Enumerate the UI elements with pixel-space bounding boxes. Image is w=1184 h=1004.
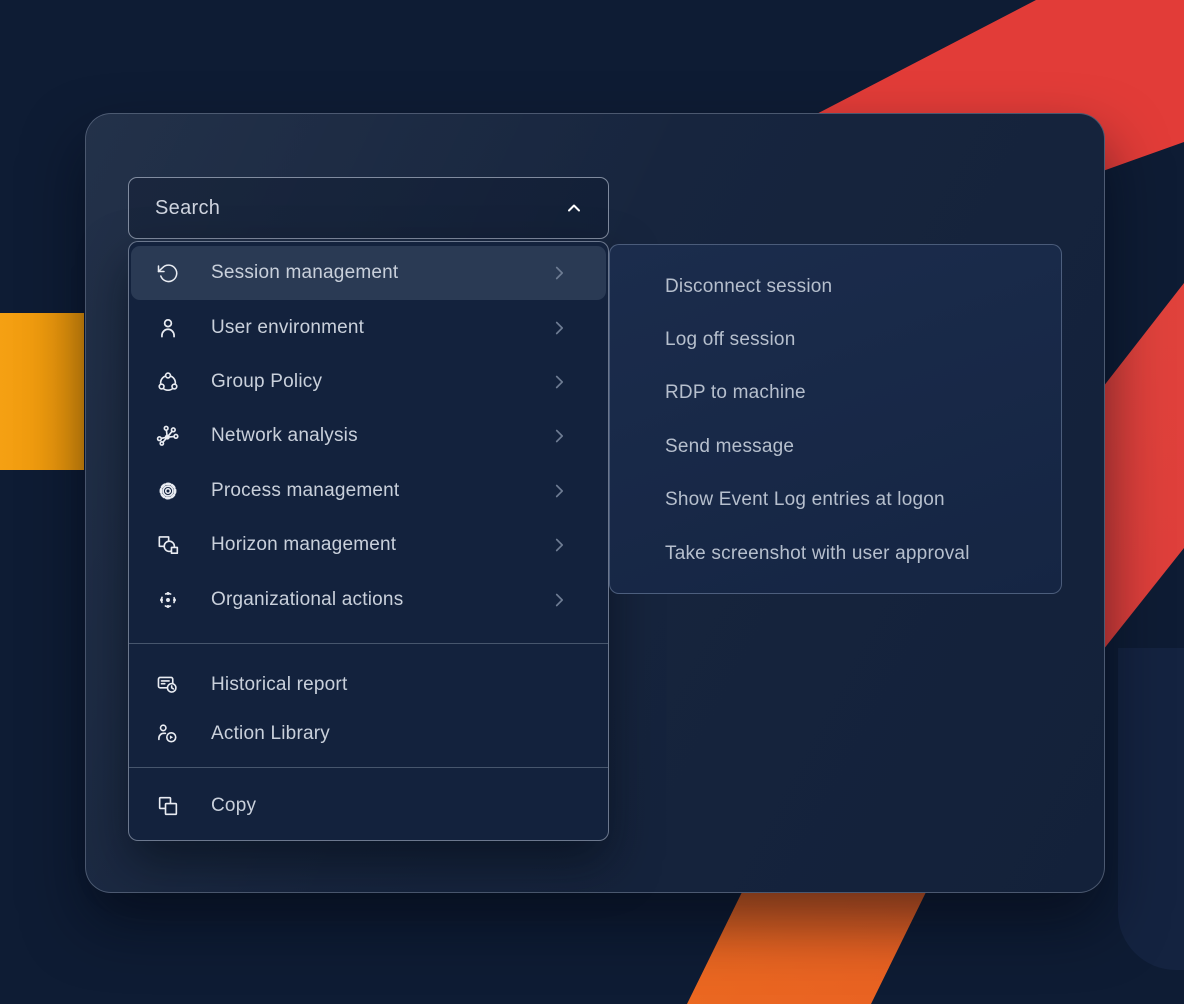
menu-item-session-management[interactable]: Session management (131, 246, 606, 300)
chevron-right-icon (548, 589, 570, 611)
decor-amber-bar (0, 313, 84, 470)
submenu-item-log-off-session[interactable]: Log off session (665, 313, 1061, 366)
menu-item-user-environment[interactable]: User environment (131, 300, 606, 354)
chevron-right-icon (548, 480, 570, 502)
search-box[interactable]: Search (128, 177, 609, 239)
menu-item-label: Copy (211, 795, 256, 817)
org-actions-icon (154, 586, 182, 614)
main-panel: Search Session management (85, 113, 1105, 893)
horizon-icon (154, 531, 182, 559)
menu-item-label: Organizational actions (211, 589, 403, 611)
gear-icon (154, 477, 182, 505)
action-library-icon (154, 720, 182, 748)
network-icon (154, 422, 182, 450)
chevron-right-icon (548, 534, 570, 556)
menu-section-clipboard: Copy (129, 781, 608, 831)
historical-report-icon (154, 671, 182, 699)
submenu-item-send-message[interactable]: Send message (665, 420, 1061, 473)
search-label: Search (155, 197, 220, 220)
chevron-right-icon (548, 262, 570, 284)
menu-item-organizational-actions[interactable]: Organizational actions (131, 572, 606, 626)
submenu-item-take-screenshot[interactable]: Take screenshot with user approval (665, 527, 1061, 580)
group-policy-icon (154, 368, 182, 396)
user-icon (154, 314, 182, 342)
copy-icon (154, 792, 182, 820)
menu-divider (129, 767, 608, 768)
menu-item-label: Session management (211, 262, 398, 284)
submenu-item-disconnect-session[interactable]: Disconnect session (665, 260, 1061, 313)
menu-item-group-policy[interactable]: Group Policy (131, 355, 606, 409)
menu-item-label: Horizon management (211, 534, 396, 556)
session-history-icon (154, 259, 182, 287)
menu-item-label: Action Library (211, 723, 330, 745)
session-management-submenu: Disconnect session Log off session RDP t… (609, 244, 1062, 594)
menu-item-label: Historical report (211, 674, 347, 696)
app-window: Search Session management (0, 0, 1184, 1004)
chevron-right-icon (548, 425, 570, 447)
menu-item-historical-report[interactable]: Historical report (131, 660, 606, 709)
chevron-right-icon (548, 371, 570, 393)
menu-item-label: Process management (211, 480, 399, 502)
chevron-right-icon (548, 317, 570, 339)
menu-item-label: Group Policy (211, 371, 322, 393)
actions-menu: Session management User environment (128, 241, 609, 841)
menu-item-horizon-management[interactable]: Horizon management (131, 518, 606, 572)
menu-item-label: Network analysis (211, 425, 358, 447)
chevron-up-icon (562, 196, 586, 220)
decor-navy-corner (1118, 648, 1184, 970)
menu-section-actions: Session management User environment (129, 246, 608, 627)
menu-item-network-analysis[interactable]: Network analysis (131, 409, 606, 463)
menu-section-reports: Historical report Action Library (129, 660, 608, 758)
submenu-item-rdp-to-machine[interactable]: RDP to machine (665, 367, 1061, 420)
menu-item-copy[interactable]: Copy (131, 781, 606, 831)
menu-divider (129, 643, 608, 644)
submenu-item-show-event-log[interactable]: Show Event Log entries at logon (665, 474, 1061, 527)
menu-item-action-library[interactable]: Action Library (131, 709, 606, 758)
menu-item-process-management[interactable]: Process management (131, 464, 606, 518)
menu-item-label: User environment (211, 317, 364, 339)
